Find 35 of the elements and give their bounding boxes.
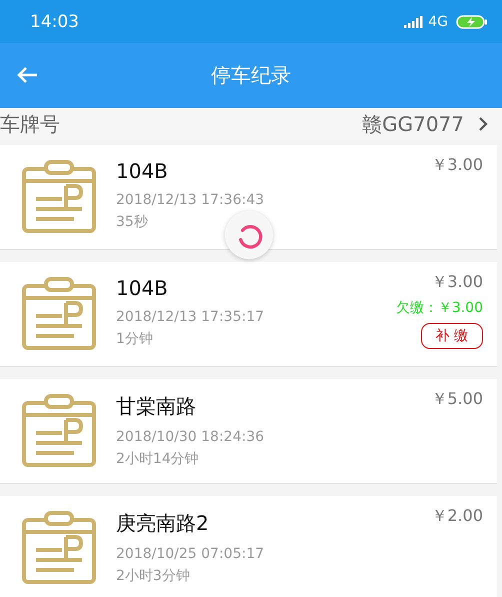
parking-ticket-icon — [22, 159, 96, 233]
pay-button[interactable]: 补 缴 — [420, 323, 483, 349]
location-name: 甘棠南路 — [116, 393, 197, 420]
parking-ticket-icon — [22, 276, 96, 350]
signal-icon — [404, 16, 424, 28]
chevron-icon — [478, 116, 488, 132]
parking-time: 2018/10/30 18:24:36 — [116, 428, 266, 447]
parking-time: 2018/10/25 07:05:17 — [116, 545, 266, 564]
location-name: 104B — [116, 159, 169, 183]
location-name: 庚亮南路2 — [116, 510, 210, 537]
network-label: 4G — [428, 14, 448, 30]
fee-amount: ￥3.00 — [431, 155, 483, 176]
parking-duration: 2小时3分钟 — [116, 567, 191, 586]
parking-time: 2018/12/13 17:35:17 — [116, 308, 266, 327]
record-card[interactable]: 104B 2018/12/13 17:35:17 1分钟 ￥3.00 欠缴：￥3.00 补 缴 — [0, 262, 497, 367]
parking-ticket-icon — [22, 393, 96, 467]
record-card[interactable]: 庚亮南路2 2018/10/25 07:05:17 2小时3分钟 ￥2.00 — [0, 496, 497, 597]
parking-ticket-icon — [22, 510, 96, 584]
plate-label: 车牌号 — [0, 110, 61, 138]
parking-duration: 2小时14分钟 — [116, 450, 200, 469]
fee-amount: ￥3.00 — [431, 272, 483, 293]
arrears-amount: 欠缴：￥3.00 — [396, 299, 483, 317]
record-card[interactable]: 甘棠南路 2018/10/30 18:24:36 2小时14分钟 ￥5.00 — [0, 379, 497, 484]
record-card[interactable]: 104B 2018/12/13 17:36:43 35秒 ￥3.00 — [0, 145, 497, 250]
page-title: 停车纪录 — [211, 62, 291, 89]
fee-amount: ￥5.00 — [431, 389, 483, 410]
parking-duration: 35秒 — [116, 213, 149, 232]
parking-time: 2018/12/13 17:36:43 — [116, 191, 266, 210]
plate-number: 赣GG7077 — [362, 110, 464, 138]
location-name: 104B — [116, 276, 169, 300]
battery-icon — [456, 14, 488, 28]
clock: 14:03 — [30, 12, 79, 32]
fee-amount: ￥2.00 — [431, 506, 483, 527]
back-icon[interactable] — [16, 66, 38, 84]
parking-duration: 1分钟 — [116, 330, 154, 349]
